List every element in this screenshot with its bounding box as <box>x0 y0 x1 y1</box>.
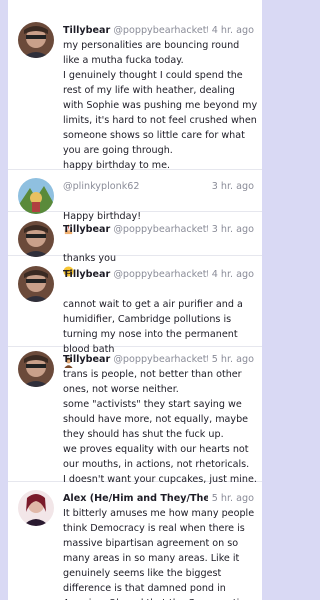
avatar[interactable] <box>18 221 54 257</box>
author-name[interactable]: Tillybear <box>63 354 110 365</box>
post-feed: Tillybear @poppybearhackett75 4 hr. ago … <box>8 0 262 600</box>
post-text: trans is people, not better than other o… <box>63 369 257 485</box>
post-timestamp[interactable]: 4 hr. ago <box>207 267 254 283</box>
author-handle[interactable]: @poppybearhackett75 <box>113 224 222 235</box>
author-handle[interactable]: @plinkyplonk62 <box>63 181 139 192</box>
author-name[interactable]: Alex (He/Him and They/Them) <box>63 493 224 504</box>
author-handle[interactable]: @poppybearhackett75 <box>113 354 222 365</box>
post-timestamp[interactable]: 3 hr. ago <box>207 179 254 195</box>
avatar[interactable] <box>18 266 54 302</box>
avatar[interactable] <box>18 22 54 58</box>
post-item[interactable]: Tillybear @poppybearhackett75 5 hr. ago … <box>8 347 262 485</box>
post-item[interactable]: Alex (He/Him and They/Them) @ 5 hr. ago … <box>8 482 262 600</box>
author-handle[interactable]: @poppybearhackett75 <box>113 269 222 280</box>
author-name[interactable]: Tillybear <box>63 224 110 235</box>
post-item[interactable]: Tillybear @poppybearhackett75 4 hr. ago … <box>8 256 262 368</box>
author-name[interactable]: Tillybear <box>63 269 110 280</box>
post-item[interactable]: Tillybear @poppybearhackett75 3 hr. ago … <box>8 212 262 277</box>
author-handle[interactable]: @poppybearhackett75 <box>113 25 222 36</box>
post-timestamp[interactable]: 5 hr. ago <box>207 352 254 368</box>
post-item[interactable]: Tillybear @poppybearhackett75 4 hr. ago … <box>8 0 262 171</box>
avatar[interactable] <box>18 490 54 526</box>
author-name[interactable]: Tillybear <box>63 25 110 36</box>
avatar[interactable] <box>18 178 54 214</box>
post-item[interactable]: @plinkyplonk62 3 hr. ago Happy birthday! <box>8 170 262 235</box>
post-timestamp[interactable]: 4 hr. ago <box>207 23 254 39</box>
avatar[interactable] <box>18 351 54 387</box>
post-text: my personalities are bouncing round like… <box>63 40 258 171</box>
post-text: It bitterly amuses me how many people th… <box>63 508 256 600</box>
post-timestamp[interactable]: 5 hr. ago <box>207 491 254 507</box>
